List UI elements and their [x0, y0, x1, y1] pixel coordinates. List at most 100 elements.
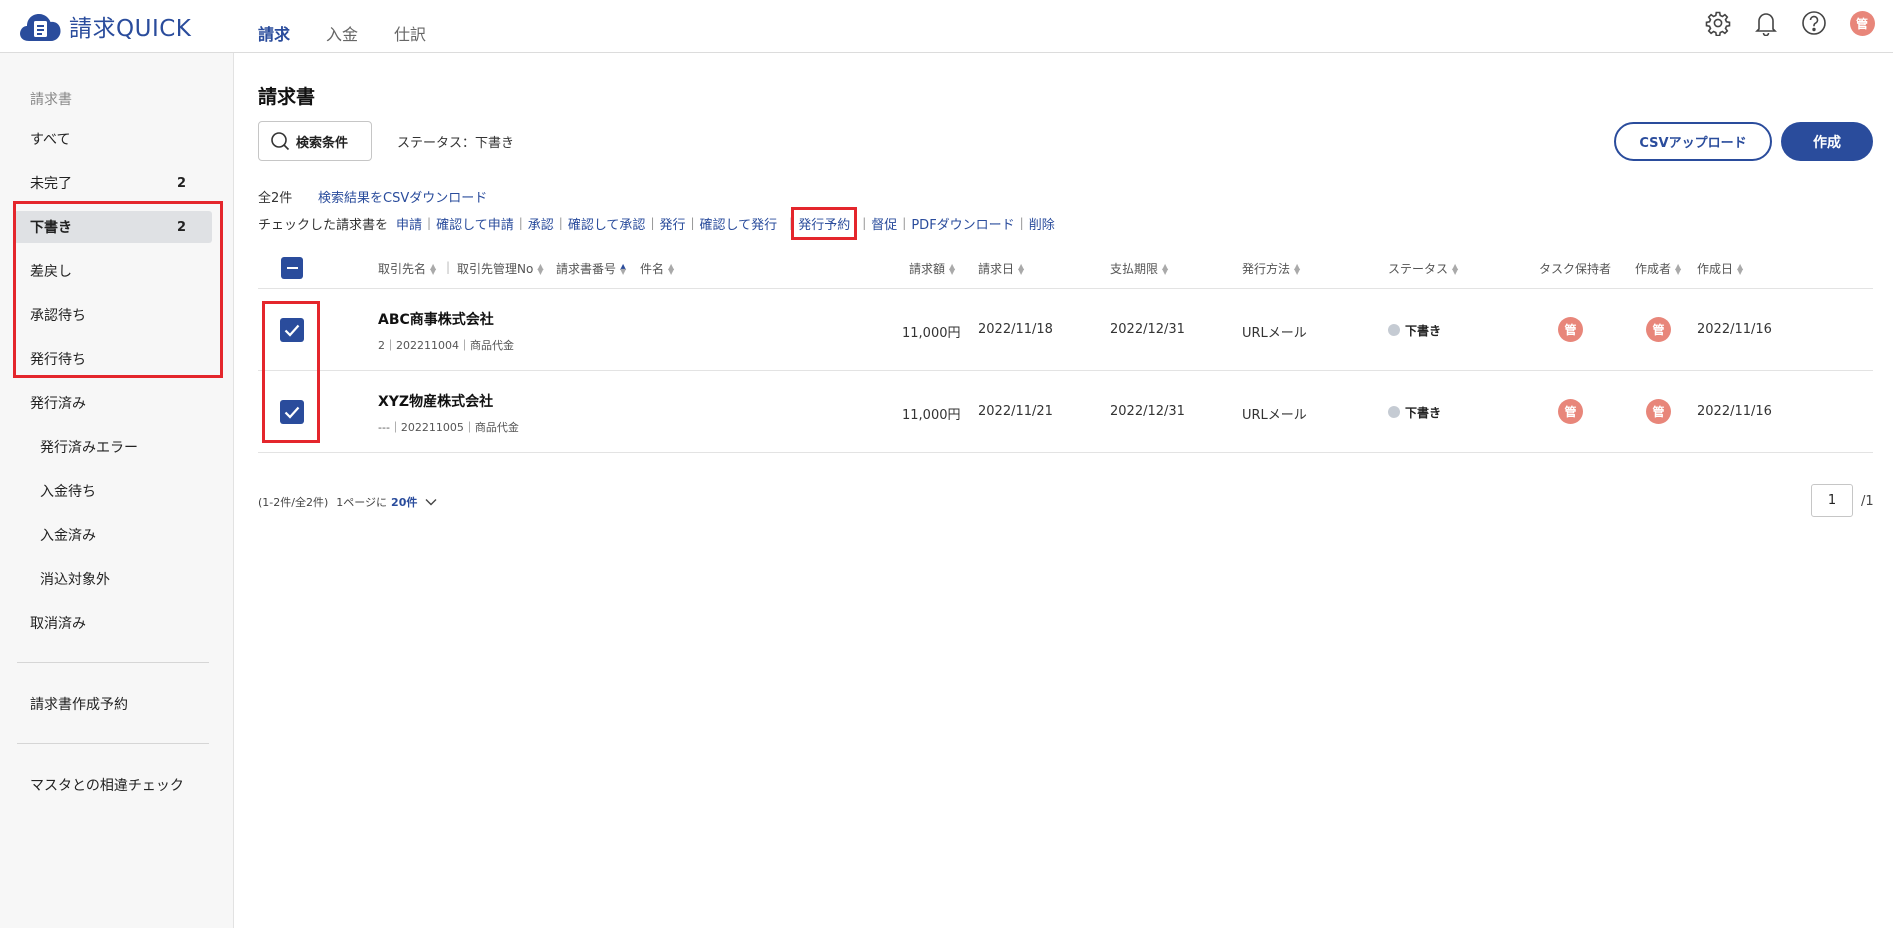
select-all-checkbox[interactable]: [281, 257, 303, 279]
csv-download-link[interactable]: 検索結果をCSVダウンロード: [318, 187, 487, 206]
creator-avatar: 管: [1646, 399, 1671, 424]
user-avatar-label: 管: [1849, 10, 1875, 36]
sidebar-item-excluded[interactable]: 消込対象外: [14, 563, 212, 595]
separator: |: [427, 216, 432, 230]
page-number-input[interactable]: 1: [1811, 484, 1853, 517]
column-header-invoice-date[interactable]: 請求日 ▲ ▼: [978, 260, 1024, 277]
sidebar-item-label: 入金待ち: [40, 484, 96, 500]
sidebar-item-awaiting-approval[interactable]: 承認待ち: [14, 299, 212, 331]
app-logo[interactable]: 請求QUICK: [17, 9, 191, 43]
sidebar-item-master-check[interactable]: マスタとの相違チェック: [14, 769, 212, 801]
sidebar-item-label: 入金済み: [40, 528, 96, 544]
gear-icon[interactable]: [1705, 10, 1731, 36]
sidebar-item-label: 差戻し: [30, 264, 72, 280]
sidebar-item-incomplete[interactable]: 未完了 2: [14, 167, 212, 199]
sidebar-item-all[interactable]: すべて: [14, 123, 212, 155]
separator: |: [1019, 216, 1024, 230]
column-header-subject[interactable]: 件名 ▲ ▼: [640, 260, 674, 277]
column-header-label: タスク保持者: [1539, 262, 1612, 276]
sidebar-item-reservation[interactable]: 請求書作成予約: [14, 688, 212, 720]
user-avatar[interactable]: 管: [1849, 10, 1875, 36]
sidebar-item-awaiting-issue[interactable]: 発行待ち: [14, 343, 212, 375]
pagination-info: (1-2件/全2件) 1ページに 20件: [258, 494, 437, 510]
separator: |: [902, 216, 907, 230]
separator: |: [862, 216, 867, 230]
sidebar-item-awaiting-payment[interactable]: 入金待ち: [14, 475, 212, 507]
action-delete[interactable]: 削除: [1029, 214, 1055, 233]
minus-icon: [286, 267, 298, 269]
column-header-method[interactable]: 発行方法 ▲ ▼: [1242, 260, 1300, 277]
action-reminder[interactable]: 督促: [871, 214, 897, 233]
sidebar-item-label: 消込対象外: [40, 572, 110, 588]
row-checkbox[interactable]: [280, 318, 304, 342]
column-header-invoice-no[interactable]: 請求書番号 ▲ ▼: [556, 260, 626, 277]
client-subinfo: ---｜202211005｜商品代金: [378, 421, 519, 434]
client-name[interactable]: XYZ物産株式会社: [378, 391, 493, 411]
column-header-due[interactable]: 支払期限 ▲ ▼: [1110, 260, 1168, 277]
sort-icon: ▲ ▼: [668, 261, 675, 276]
status-dot-icon: [1388, 324, 1400, 336]
column-header-client-no[interactable]: 取引先管理No ▲ ▼: [457, 260, 543, 277]
sidebar-item-label: マスタとの相違チェック: [30, 778, 184, 794]
sidebar-item-cancelled[interactable]: 取消済み: [14, 607, 212, 639]
created-date: 2022/11/16: [1697, 322, 1772, 337]
status-filter-text: ステータス：下書き: [397, 136, 515, 151]
action-confirm-approve[interactable]: 確認して承認: [568, 214, 646, 233]
chevron-down-icon[interactable]: [425, 498, 437, 506]
sidebar-item-paid[interactable]: 入金済み: [14, 519, 212, 551]
sidebar-item-label: 請求書作成予約: [30, 697, 128, 713]
create-button[interactable]: 作成: [1781, 122, 1873, 161]
status-dot-icon: [1388, 406, 1400, 418]
search-icon: [271, 132, 290, 151]
bell-icon[interactable]: [1753, 10, 1779, 36]
tab-invoice[interactable]: 請求: [258, 0, 290, 53]
sidebar-item-label: 発行済み: [30, 396, 86, 412]
client-name[interactable]: ABC商事株式会社: [378, 309, 494, 329]
sidebar-item-draft[interactable]: 下書き 2: [14, 211, 212, 243]
per-page-select[interactable]: 20件: [391, 494, 417, 510]
help-icon[interactable]: [1801, 10, 1827, 36]
column-header-label: 発行方法: [1242, 262, 1291, 276]
tab-journal[interactable]: 仕訳: [394, 0, 426, 53]
due-date: 2022/12/31: [1110, 404, 1185, 419]
invoice-date: 2022/11/21: [978, 404, 1053, 419]
sidebar-item-label: 承認待ち: [30, 308, 86, 324]
sidebar-item-issued[interactable]: 発行済み: [14, 387, 212, 419]
action-schedule-issue[interactable]: 発行予約: [791, 206, 858, 240]
separator: |: [558, 216, 563, 230]
checkmark-icon: [284, 324, 300, 337]
action-pdf-download[interactable]: PDFダウンロード: [911, 214, 1014, 233]
action-apply[interactable]: 申請: [396, 214, 422, 233]
action-approve[interactable]: 承認: [528, 214, 554, 233]
sidebar: 請求書 すべて 未完了 2 下書き 2 差戻し 承認待ち 発行待ち 発行済み 発…: [0, 53, 234, 928]
action-confirm-apply[interactable]: 確認して申請: [436, 214, 514, 233]
search-conditions-button[interactable]: 検索条件: [258, 121, 372, 161]
sidebar-item-count: 2: [176, 175, 186, 191]
column-header-amount[interactable]: 請求額 ▲ ▼: [909, 260, 955, 277]
sort-icon: ▲ ▼: [1162, 261, 1169, 276]
sidebar-item-issued-error[interactable]: 発行済みエラー: [14, 431, 212, 463]
column-separator: |: [446, 260, 451, 274]
action-issue[interactable]: 発行: [659, 214, 685, 233]
action-confirm-issue[interactable]: 確認して発行: [700, 214, 778, 233]
column-header-client[interactable]: 取引先名 ▲ ▼: [378, 260, 436, 277]
column-header-status[interactable]: ステータス ▲ ▼: [1388, 260, 1458, 277]
column-header-label: 請求額: [909, 262, 946, 276]
created-date: 2022/11/16: [1697, 404, 1772, 419]
column-header-created[interactable]: 作成日 ▲ ▼: [1697, 260, 1743, 277]
task-holder-avatar: 管: [1558, 317, 1583, 342]
sidebar-item-returned[interactable]: 差戻し: [14, 255, 212, 287]
column-header-creator[interactable]: 作成者 ▲ ▼: [1635, 260, 1681, 277]
tab-payment[interactable]: 入金: [326, 0, 358, 53]
csv-upload-button[interactable]: CSVアップロード: [1614, 122, 1772, 161]
separator: |: [518, 216, 523, 230]
client-subinfo: 2｜202211004｜商品代金: [378, 339, 514, 352]
total-count: 全2件: [258, 191, 293, 206]
sort-icon: ▲ ▼: [1737, 261, 1744, 276]
top-nav: 請求 入金 仕訳: [258, 0, 462, 53]
row-checkbox[interactable]: [280, 400, 304, 424]
sort-icon: ▲ ▼: [949, 261, 956, 276]
column-header-label: 取引先管理No: [457, 262, 534, 276]
bulk-action-bar: チェックした請求書を 申請 | 確認して申請 | 承認 | 確認して承認 | 発…: [258, 206, 1055, 240]
sort-icon: ▲ ▼: [537, 261, 544, 276]
